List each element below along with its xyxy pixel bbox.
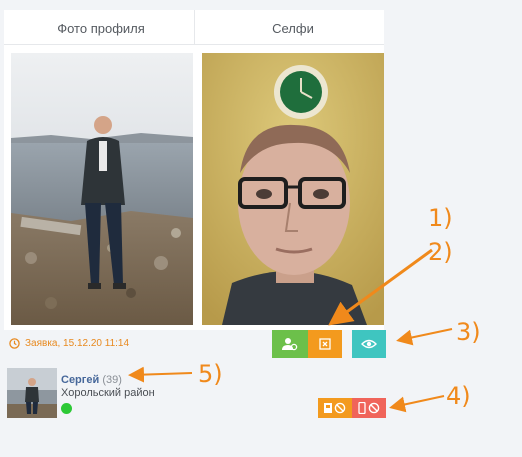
square-x-icon — [319, 338, 331, 350]
photo-comparison-card: Фото профиля Селфи — [4, 10, 384, 330]
user-region: Хорольский район — [61, 387, 155, 399]
profile-photo-title: Фото профиля — [57, 21, 145, 36]
request-date: Заявка, 15.12.20 11:14 — [25, 338, 130, 349]
user-name-line[interactable]: Сергей (39) — [61, 374, 122, 386]
view-button[interactable] — [352, 330, 386, 358]
online-status-dot — [61, 403, 72, 414]
annotation-5: 5) — [198, 360, 223, 388]
selfie-photo[interactable] — [202, 53, 384, 325]
user-age: (39) — [102, 374, 122, 386]
annotation-3: 3) — [456, 318, 481, 346]
block-phone-button[interactable] — [352, 398, 386, 418]
block-profile-button[interactable] — [318, 398, 352, 418]
selfie-title: Селфи — [272, 21, 314, 36]
profile-photo[interactable] — [11, 53, 193, 325]
reject-button[interactable] — [308, 330, 342, 358]
clock-icon — [9, 338, 20, 349]
header-divider — [4, 44, 384, 45]
user-check-icon — [282, 338, 298, 351]
approve-button[interactable] — [272, 330, 308, 358]
user-name[interactable]: Сергей — [61, 374, 99, 386]
column-divider — [194, 10, 195, 44]
phone-ban-icon — [358, 402, 380, 414]
user-summary: Сергей (39) Хорольский район — [7, 368, 307, 420]
id-card-ban-icon — [324, 402, 346, 414]
avatar[interactable] — [7, 368, 57, 418]
request-info: Заявка, 15.12.20 11:14 — [9, 338, 129, 349]
annotation-1: 1) — [428, 204, 453, 232]
annotation-2: 2) — [428, 238, 453, 266]
annotation-4: 4) — [446, 382, 471, 410]
eye-icon — [361, 339, 377, 349]
